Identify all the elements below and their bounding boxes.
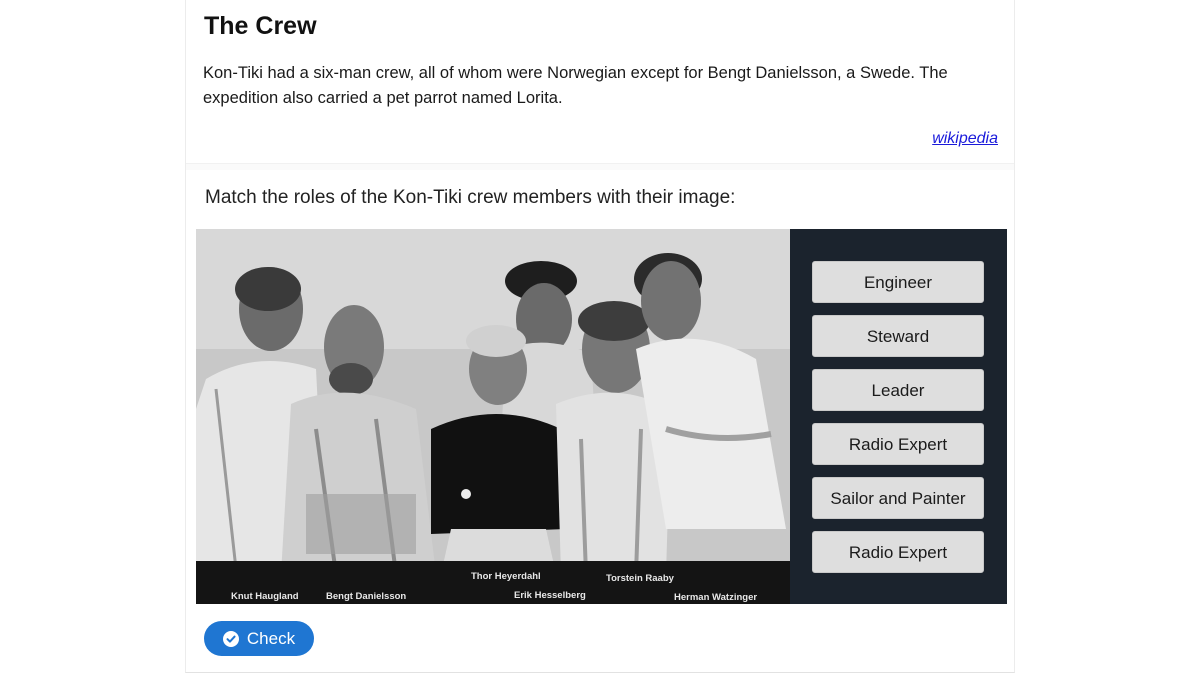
section-title: The Crew: [204, 12, 317, 40]
role-button-leader[interactable]: Leader: [812, 369, 984, 411]
check-button[interactable]: Check: [204, 621, 314, 656]
role-button-sailor-painter[interactable]: Sailor and Painter: [812, 477, 984, 519]
section-description: Kon-Tiki had a six-man crew, all of whom…: [203, 64, 948, 107]
crew-photo-illustration: Knut Haugland Bengt Danielsson Thor Heye…: [196, 229, 790, 604]
role-button-steward[interactable]: Steward: [812, 315, 984, 357]
check-button-label: Check: [246, 628, 296, 648]
role-button-radio-expert-2[interactable]: Radio Expert: [812, 531, 984, 573]
content-card: The Crew Kon-Tiki had a six-man crew, al…: [185, 0, 1015, 673]
role-button-engineer[interactable]: Engineer: [812, 261, 984, 303]
section-divider: [186, 163, 1014, 170]
quiz-prompt: Match the roles of the Kon-Tiki crew mem…: [205, 187, 736, 208]
crew-photo: Knut Haugland Bengt Danielsson Thor Heye…: [196, 229, 790, 604]
photo-caption-5: Torstein Raaby: [606, 573, 675, 584]
role-button-radio-expert-1[interactable]: Radio Expert: [812, 423, 984, 465]
photo-caption-2: Bengt Danielsson: [326, 591, 406, 602]
wikipedia-link[interactable]: wikipedia: [932, 130, 998, 148]
photo-caption-6: Herman Watzinger: [674, 592, 757, 603]
photo-caption-3: Thor Heyerdahl: [471, 571, 541, 582]
roles-panel: Engineer Steward Leader Radio Expert Sai…: [790, 229, 1007, 604]
photo-caption-1: Knut Haugland: [231, 591, 299, 602]
photo-caption-4: Erik Hesselberg: [514, 590, 586, 601]
check-circle-icon: [222, 630, 239, 647]
